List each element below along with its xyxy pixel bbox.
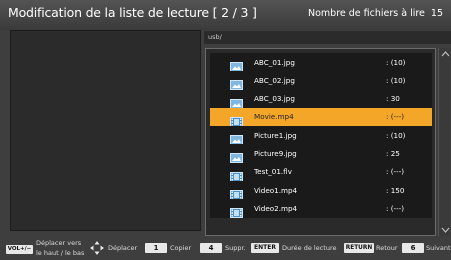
image-file-icon bbox=[230, 148, 243, 164]
file-row[interactable]: Movie.mp4 : (---) bbox=[210, 107, 432, 127]
copy-label: Copier bbox=[170, 244, 192, 252]
page-title: Modification de la liste de lecture [ 2 … bbox=[8, 5, 257, 20]
file-name: Video2.mp4 bbox=[254, 203, 298, 213]
copy-key: 1 bbox=[145, 243, 167, 253]
file-duration: : (10) bbox=[386, 130, 406, 140]
file-duration: : 25 bbox=[386, 148, 400, 158]
file-row[interactable]: Picture1.jpg : (10) bbox=[210, 126, 432, 146]
file-name: ABC_03.jpg bbox=[254, 94, 295, 104]
file-count-value: 15 bbox=[430, 8, 443, 19]
video-file-icon bbox=[230, 112, 243, 127]
file-list-box: ABC_01.jpg : (10) ABC_02.jpg : (10) ABC_03.j… bbox=[205, 48, 436, 236]
file-duration: : (---) bbox=[386, 203, 405, 213]
file-name: ABC_02.jpg bbox=[254, 75, 295, 85]
file-duration: : (10) bbox=[386, 57, 406, 67]
enter-key: ENTER bbox=[251, 243, 279, 253]
vol-label-line2: le haut / le bas bbox=[36, 249, 85, 257]
file-row[interactable]: Video2.mp4 : (---) bbox=[210, 199, 432, 219]
file-name: Picture9.jpg bbox=[254, 148, 297, 158]
dpad-icon bbox=[90, 241, 104, 255]
next-key: 6 bbox=[402, 243, 424, 253]
file-duration: : (---) bbox=[386, 112, 405, 122]
image-file-icon bbox=[230, 75, 243, 91]
file-count: Nombre de fichiers à lire 15 bbox=[308, 8, 443, 19]
dpad-label: Déplacer bbox=[108, 244, 138, 252]
vol-key: VOL+/− bbox=[6, 245, 33, 254]
file-row[interactable]: ABC_02.jpg : (10) bbox=[210, 71, 432, 91]
file-row[interactable]: ABC_01.jpg : (10) bbox=[210, 53, 432, 72]
delete-key: 4 bbox=[200, 243, 222, 253]
file-duration: : 150 bbox=[386, 185, 405, 195]
scroll-up-icon[interactable] bbox=[439, 48, 451, 60]
enter-label: Durée de lecture bbox=[282, 244, 337, 252]
file-row[interactable]: ABC_03.jpg : 30 bbox=[210, 89, 432, 109]
return-key: RETURN bbox=[344, 243, 374, 253]
file-count-label: Nombre de fichiers à lire bbox=[307, 8, 425, 19]
image-file-icon bbox=[230, 94, 243, 109]
path-bar: usb/ bbox=[204, 31, 451, 44]
file-name: ABC_01.jpg bbox=[254, 57, 295, 67]
footer-help: VOL+/− Déplacer vers le haut / le bas Dé… bbox=[0, 236, 451, 260]
file-row[interactable]: Picture9.jpg : 25 bbox=[210, 144, 432, 164]
file-duration: : (---) bbox=[386, 167, 405, 177]
file-duration: : (10) bbox=[386, 75, 406, 85]
vol-label-line1: Déplacer vers bbox=[36, 239, 82, 247]
file-name: Video1.mp4 bbox=[254, 185, 298, 195]
image-file-icon bbox=[230, 57, 243, 72]
file-name: Test_01.flv bbox=[254, 167, 292, 177]
video-file-icon bbox=[230, 203, 243, 219]
file-row[interactable]: Video1.mp4 : 150 bbox=[210, 181, 432, 201]
next-label: Suivant bbox=[426, 244, 451, 252]
image-file-icon bbox=[230, 130, 243, 146]
header-bar: Modification de la liste de lecture [ 2 … bbox=[0, 0, 451, 30]
preview-pane bbox=[10, 30, 201, 231]
file-duration: : 30 bbox=[386, 94, 400, 104]
video-file-icon bbox=[230, 185, 243, 201]
file-list: ABC_01.jpg : (10) ABC_02.jpg : (10) ABC_03.j… bbox=[210, 53, 432, 219]
file-name: Picture1.jpg bbox=[254, 130, 297, 140]
file-name: Movie.mp4 bbox=[254, 112, 294, 122]
file-row[interactable]: Test_01.flv : (---) bbox=[210, 162, 432, 182]
return-label: Retour bbox=[376, 244, 398, 252]
delete-label: Suppr. bbox=[225, 244, 246, 252]
video-file-icon bbox=[230, 167, 243, 182]
scrollbar[interactable] bbox=[438, 48, 450, 236]
scroll-down-icon[interactable] bbox=[439, 224, 451, 236]
